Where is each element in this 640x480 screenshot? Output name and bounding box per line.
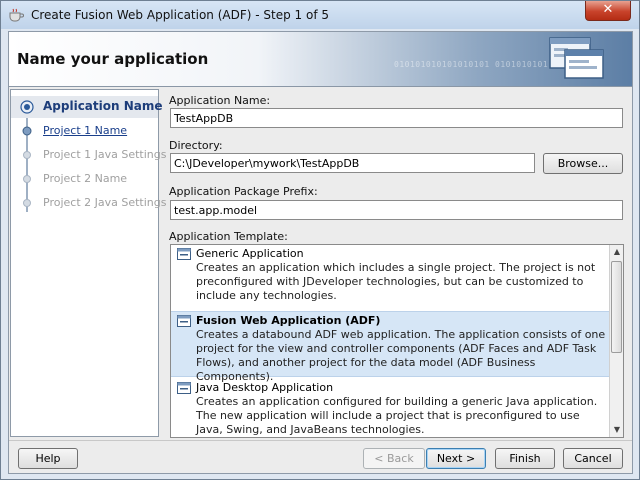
scrollbar-thumb[interactable] [611,261,622,353]
cancel-button[interactable]: Cancel [563,448,623,469]
step-node-icon [23,151,31,159]
step-label: Project 1 Name [43,124,128,137]
template-description: Creates a databound ADF web application.… [196,328,606,383]
template-name: Fusion Web Application (ADF) [196,314,381,327]
application-window-icon [549,37,604,79]
step-node-icon [23,175,31,183]
jdeveloper-cup-icon [9,8,24,22]
header-decoration: 010101010101010101 0101010101 [394,60,549,69]
current-step-icon [20,100,34,114]
step-label: Project 2 Java Settings [43,196,167,209]
template-list[interactable]: Generic Application Creates an applicati… [170,244,624,438]
finish-button[interactable]: Finish [495,448,555,469]
step-label: Project 1 Java Settings [43,148,167,161]
close-button[interactable]: ✕ [585,1,631,21]
package-prefix-field[interactable]: test.app.model [170,200,623,220]
template-generic-application[interactable]: Generic Application Creates an applicati… [171,245,609,307]
footer-divider [9,440,632,441]
step-label: Project 2 Name [43,172,128,185]
page-title: Name your application [17,50,209,68]
step-project-1-name[interactable]: Project 1 Name [11,120,158,142]
browse-button[interactable]: Browse... [543,153,623,174]
template-description: Creates an application which includes a … [196,261,596,302]
step-project-1-java-settings: Project 1 Java Settings [11,144,166,166]
scroll-up-arrow-icon[interactable]: ▲ [610,245,623,259]
window-title: Create Fusion Web Application (ADF) - St… [31,8,330,22]
step-node-icon [22,126,32,136]
wizard-steps-panel: Application Name Project 1 Name Project … [10,89,166,437]
application-name-label: Application Name: [169,94,271,107]
directory-label: Directory: [169,139,223,152]
help-button[interactable]: Help [18,448,78,469]
step-application-name[interactable]: Application Name [11,96,163,118]
step-node-icon [23,199,31,207]
application-icon [177,382,191,394]
application-name-field[interactable]: TestAppDB [170,108,623,128]
template-name: Java Desktop Application [196,381,334,394]
directory-field[interactable]: C:\JDeveloper\mywork\TestAppDB [170,153,535,173]
dialog-content: Name your application 010101010101010101… [8,31,633,474]
application-template-label: Application Template: [169,230,288,243]
template-list-scrollbar[interactable]: ▲ ▼ [609,245,623,437]
title-bar[interactable]: Create Fusion Web Application (ADF) - St… [1,1,639,29]
package-prefix-label: Application Package Prefix: [169,185,318,198]
scroll-down-arrow-icon[interactable]: ▼ [610,423,623,437]
application-icon [177,315,191,327]
back-button: < Back [363,448,425,469]
wizard-header: Name your application 010101010101010101… [9,32,632,87]
template-fusion-web-application[interactable]: Fusion Web Application (ADF) Creates a d… [171,311,609,383]
step-label: Application Name [43,99,163,113]
template-name: Generic Application [196,247,304,260]
step-project-2-java-settings: Project 2 Java Settings [11,192,166,214]
dialog-window: Create Fusion Web Application (ADF) - St… [0,0,640,480]
close-icon: ✕ [602,2,614,17]
step-project-2-name: Project 2 Name [11,168,158,190]
template-description: Creates an application configured for bu… [196,395,598,436]
next-button[interactable]: Next > [426,448,486,469]
template-java-desktop-application[interactable]: Java Desktop Application Creates an appl… [171,379,609,437]
application-icon [177,248,191,260]
